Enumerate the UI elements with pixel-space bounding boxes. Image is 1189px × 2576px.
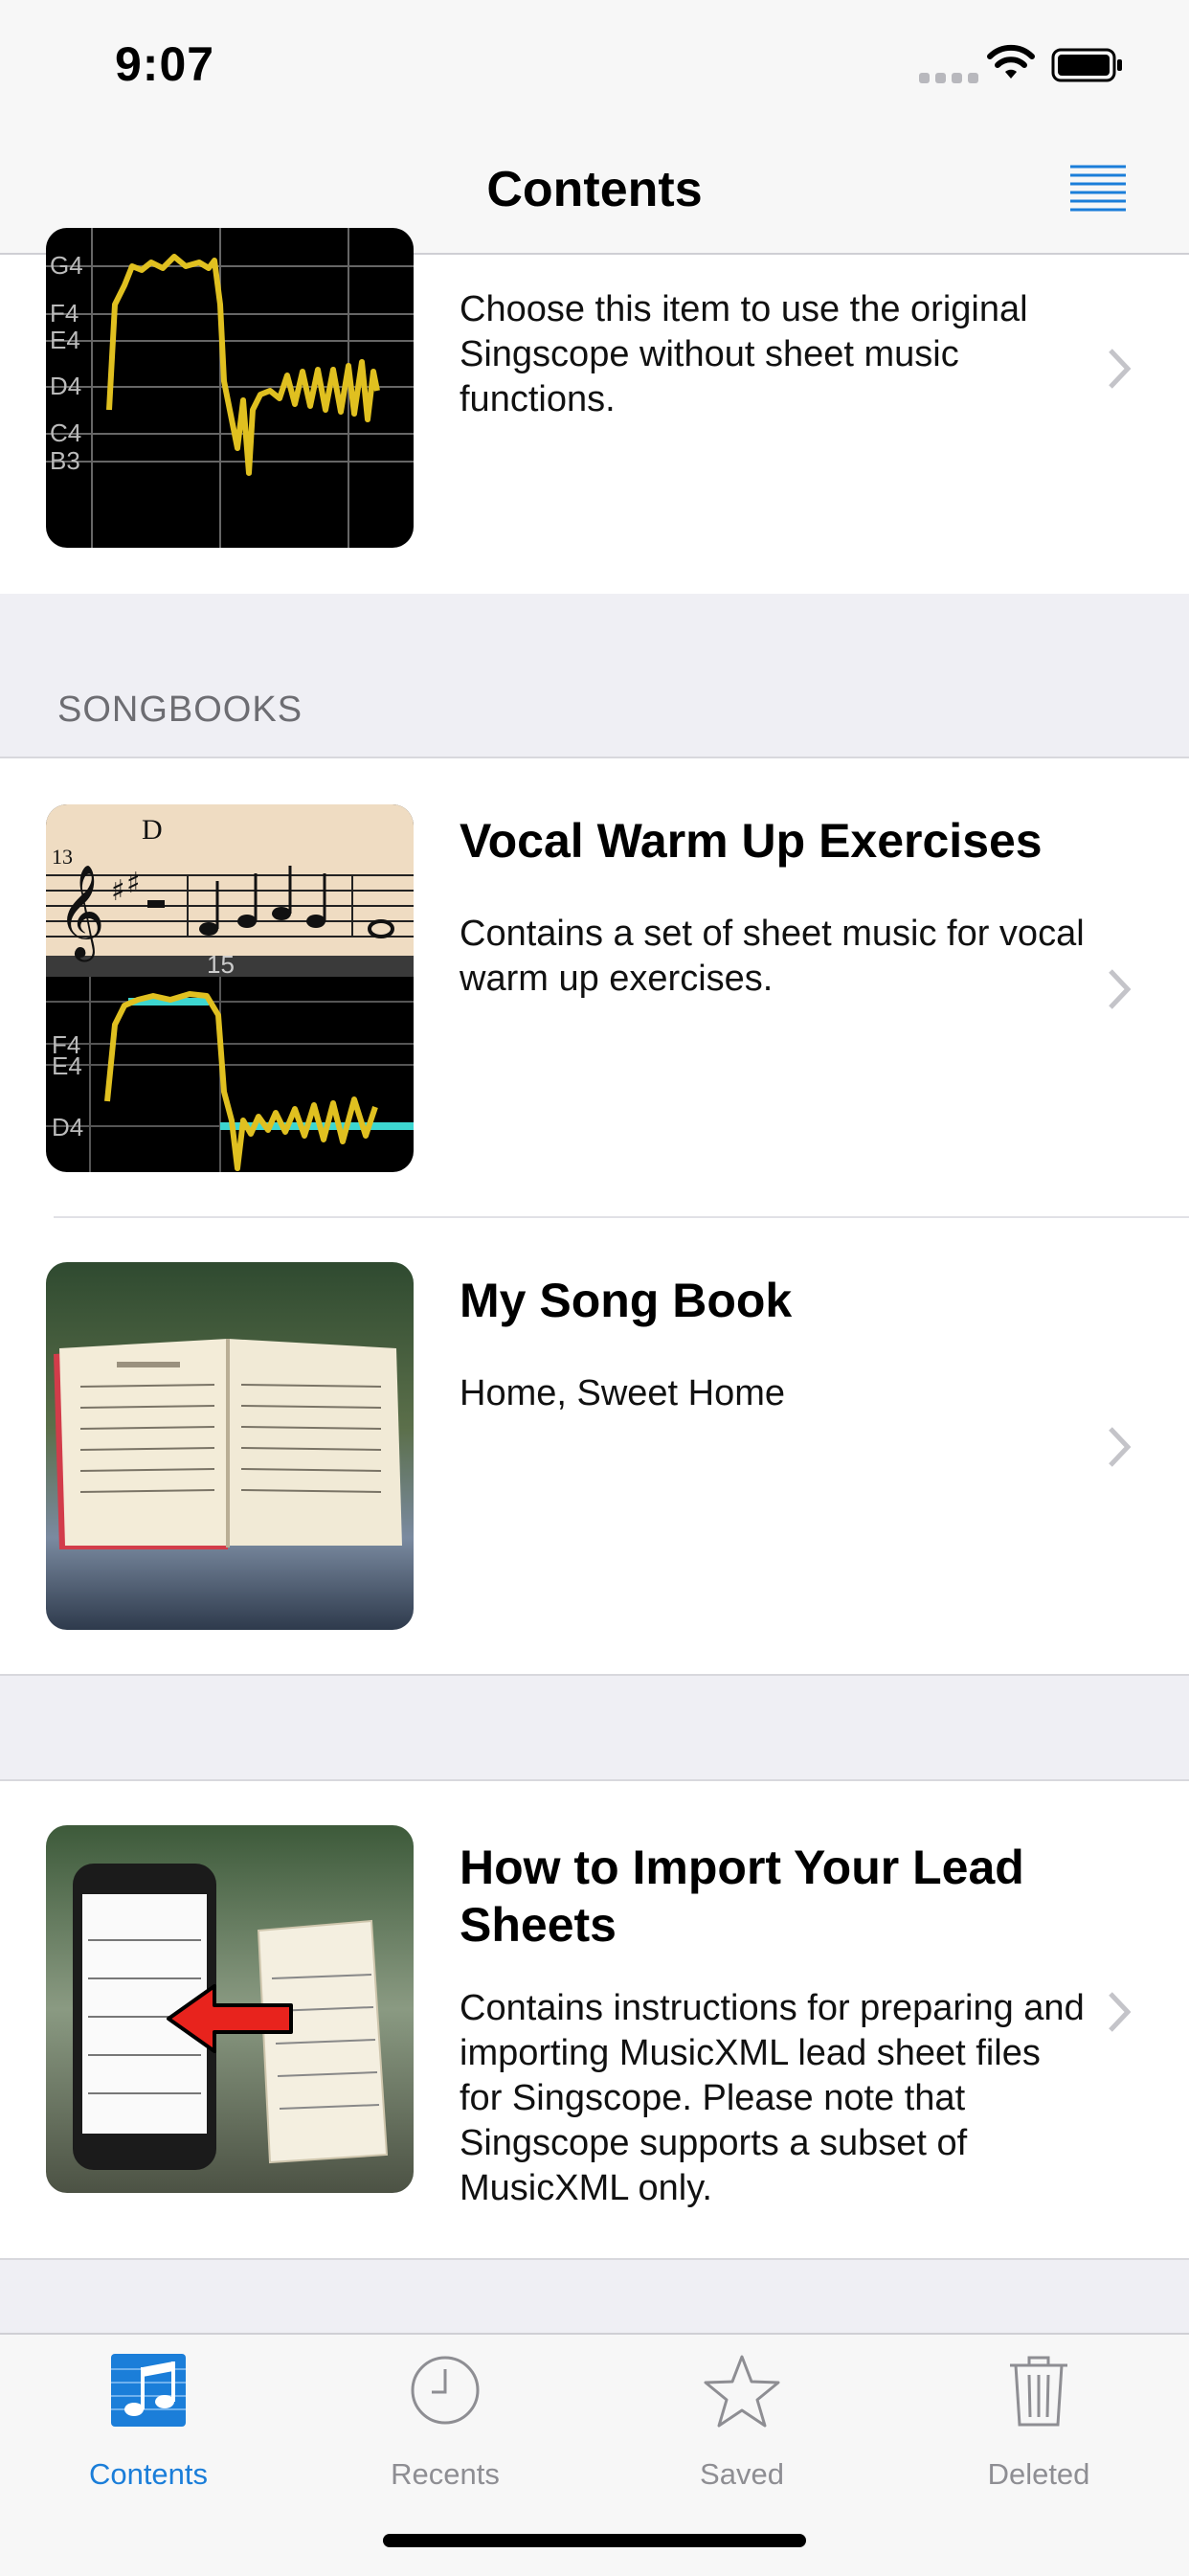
songbooks-group: 13 D 𝄞 ♯ ♯ 15 F4 E4 D4 Vocal Warm Up Exe… bbox=[0, 757, 1189, 1676]
note-label: D4 bbox=[52, 1113, 83, 1141]
page-title: Contents bbox=[486, 162, 703, 217]
tab-saved[interactable]: Saved bbox=[594, 2354, 890, 2497]
battery-icon bbox=[1051, 48, 1122, 82]
tab-label: Recents bbox=[391, 2457, 500, 2491]
trash-icon bbox=[1010, 2356, 1067, 2427]
pitch-graph-thumbnail: G4 F4 E4 D4 C4 B3 bbox=[46, 228, 414, 548]
list-item-singscope-classic[interactable]: G4 F4 E4 D4 C4 B3 Choose this item to us… bbox=[0, 228, 1189, 594]
list-item-my-song-book[interactable]: My Song Book Home, Sweet Home bbox=[0, 1218, 1189, 1674]
import-instructions-thumbnail bbox=[46, 1825, 414, 2193]
chord-symbol: D bbox=[142, 814, 163, 846]
item-description: Home, Sweet Home bbox=[460, 1373, 786, 1413]
svg-text:𝄞: 𝄞 bbox=[57, 864, 105, 961]
signal-icon bbox=[919, 73, 978, 83]
note-label: D4 bbox=[50, 372, 81, 400]
list-item-vocal-warm-up[interactable]: 13 D 𝄞 ♯ ♯ 15 F4 E4 D4 Vocal Warm Up Exe… bbox=[0, 758, 1189, 1216]
tab-label: Deleted bbox=[987, 2457, 1090, 2491]
tab-recents[interactable]: Recents bbox=[297, 2354, 594, 2497]
chevron-right-icon bbox=[1109, 969, 1132, 1009]
chevron-right-icon bbox=[1109, 1427, 1132, 1467]
svg-text:♯: ♯ bbox=[111, 874, 125, 908]
note-label: B3 bbox=[50, 446, 80, 475]
note-label: G4 bbox=[50, 251, 83, 280]
status-bar: 9:07 bbox=[0, 0, 1189, 134]
note-label: E4 bbox=[52, 1051, 82, 1080]
music-note-icon bbox=[111, 2354, 186, 2427]
clock-icon bbox=[411, 2356, 480, 2425]
tab-contents[interactable]: Contents bbox=[0, 2354, 297, 2497]
star-icon bbox=[704, 2355, 780, 2428]
songbook-thumbnail bbox=[46, 1262, 414, 1630]
item-description: Choose this item to use the original Sin… bbox=[460, 289, 1028, 419]
chevron-right-icon bbox=[1109, 1992, 1132, 2032]
chevron-right-icon bbox=[1109, 349, 1132, 389]
home-indicator bbox=[383, 2534, 806, 2547]
note-label: E4 bbox=[50, 326, 80, 354]
item-title: My Song Book bbox=[460, 1274, 793, 1327]
tab-label: Contents bbox=[88, 2457, 209, 2491]
item-title: How to Import Your Lead Sheets bbox=[460, 1841, 1024, 1952]
svg-text:♯: ♯ bbox=[126, 867, 141, 900]
item-description: Contains a set of sheet music for vocal … bbox=[460, 914, 1085, 999]
section-header-songbooks: SONGBOOKS bbox=[57, 689, 303, 730]
item-description: Contains instructions for preparing and … bbox=[460, 1988, 1085, 2208]
item-title: Vocal Warm Up Exercises bbox=[460, 814, 1043, 868]
bar-number: 15 bbox=[207, 950, 235, 979]
list-lines-icon[interactable] bbox=[1068, 163, 1128, 216]
wifi-icon bbox=[987, 44, 1035, 79]
sheet-music-thumbnail: 13 D 𝄞 ♯ ♯ 15 F4 E4 D4 bbox=[46, 804, 414, 1172]
note-label: F4 bbox=[50, 299, 79, 328]
note-label: C4 bbox=[50, 418, 81, 447]
list-item-import-lead-sheets[interactable]: How to Import Your Lead Sheets Contains … bbox=[0, 1779, 1189, 2260]
tab-label: Saved bbox=[700, 2457, 784, 2491]
tab-deleted[interactable]: Deleted bbox=[890, 2354, 1187, 2497]
status-time: 9:07 bbox=[115, 37, 215, 91]
